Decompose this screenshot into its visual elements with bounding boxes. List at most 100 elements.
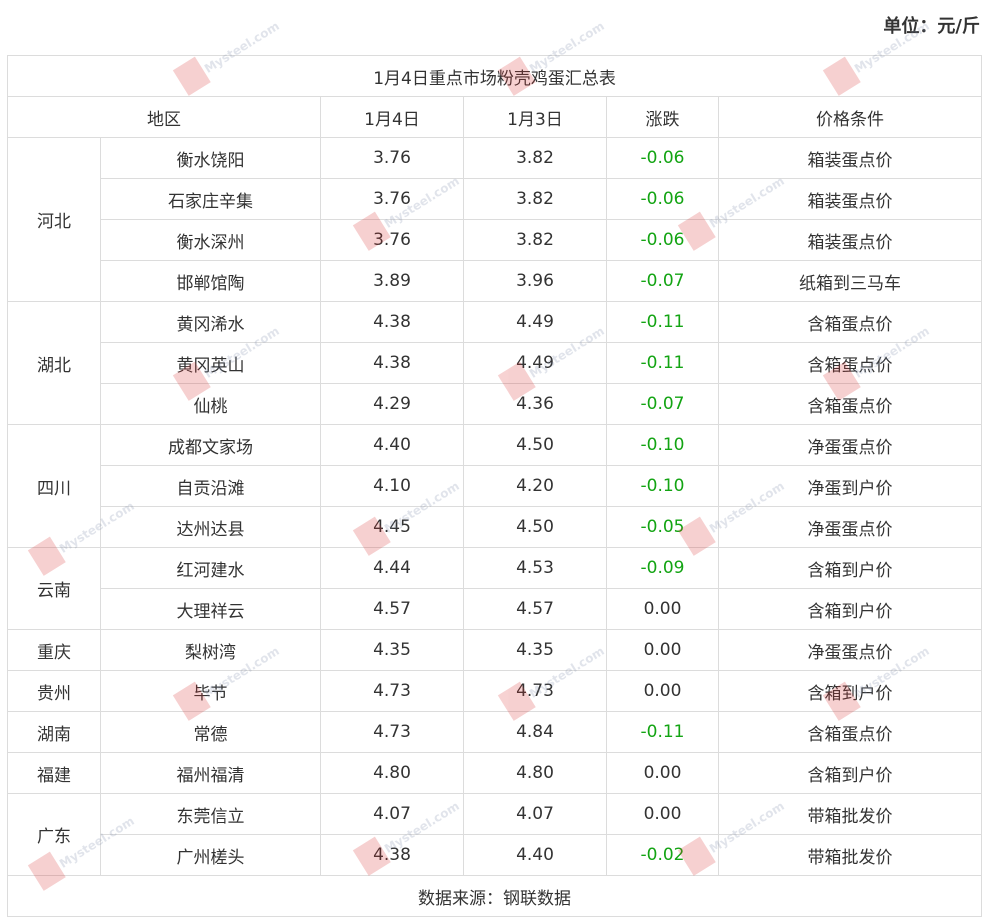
price-jan3-cell: 4.20: [463, 465, 607, 507]
price-jan4-cell: 4.44: [320, 547, 464, 589]
change-cell: 0.00: [606, 588, 719, 630]
condition-cell: 箱装蛋点价: [717, 219, 983, 261]
price-jan4-cell: 4.38: [320, 834, 464, 876]
region-cell: 湖北: [7, 301, 101, 425]
condition-cell: 含箱到户价: [717, 752, 983, 794]
header-condition: 价格条件: [717, 96, 983, 138]
change-cell: -0.07: [606, 383, 719, 425]
price-jan4-cell: 4.35: [320, 629, 464, 671]
change-cell: -0.02: [606, 834, 719, 876]
region-cell: 河北: [7, 137, 101, 302]
price-jan4-cell: 4.40: [320, 424, 464, 466]
price-jan3-cell: 4.35: [463, 629, 607, 671]
change-cell: -0.09: [606, 547, 719, 589]
table-row: 贵州 毕节 4.73 4.73 0.00 含箱到户价: [7, 670, 983, 712]
price-jan3-cell: 4.73: [463, 670, 607, 712]
price-jan4-cell: 4.10: [320, 465, 464, 507]
table-row: 仙桃 4.29 4.36 -0.07 含箱蛋点价: [8, 383, 983, 425]
price-jan4-cell: 4.73: [320, 711, 464, 753]
price-jan4-cell: 3.76: [320, 137, 464, 179]
market-cell: 仙桃: [100, 383, 321, 425]
change-cell: -0.10: [606, 424, 719, 466]
condition-cell: 纸箱到三马车: [717, 260, 983, 302]
market-cell: 邯郸馆陶: [100, 260, 321, 302]
table-row: 石家庄辛集 3.76 3.82 -0.06 箱装蛋点价: [8, 178, 983, 220]
change-cell: -0.05: [606, 506, 719, 548]
region-cell: 福建: [7, 752, 101, 794]
market-cell: 东莞信立: [100, 793, 321, 835]
table-row: 黄冈英山 4.38 4.49 -0.11 含箱蛋点价: [8, 342, 983, 384]
price-jan4-cell: 4.80: [320, 752, 464, 794]
price-jan3-cell: 3.82: [463, 219, 607, 261]
price-jan3-cell: 4.57: [463, 588, 607, 630]
market-cell: 福州福清: [100, 752, 321, 794]
market-cell: 衡水饶阳: [100, 137, 321, 179]
price-jan3-cell: 4.40: [463, 834, 607, 876]
price-jan4-cell: 4.07: [320, 793, 464, 835]
condition-cell: 含箱到户价: [717, 588, 983, 630]
table-row: 邯郸馆陶 3.89 3.96 -0.07 纸箱到三马车: [8, 260, 983, 302]
condition-cell: 含箱蛋点价: [717, 383, 983, 425]
condition-cell: 净蛋蛋点价: [717, 629, 983, 671]
market-cell: 梨树湾: [100, 629, 321, 671]
condition-cell: 含箱到户价: [717, 547, 983, 589]
market-cell: 达州达县: [100, 506, 321, 548]
market-cell: 石家庄辛集: [100, 178, 321, 220]
price-jan3-cell: 3.96: [463, 260, 607, 302]
market-cell: 红河建水: [100, 547, 321, 589]
change-cell: -0.11: [606, 342, 719, 384]
price-jan4-cell: 4.73: [320, 670, 464, 712]
condition-cell: 含箱蛋点价: [717, 342, 983, 384]
change-cell: -0.11: [606, 711, 719, 753]
condition-cell: 含箱蛋点价: [717, 301, 983, 343]
change-cell: -0.06: [606, 178, 719, 220]
header-row: 地区 1月4日 1月3日 涨跌 价格条件: [7, 96, 983, 138]
price-jan3-cell: 3.82: [463, 178, 607, 220]
change-cell: -0.06: [606, 137, 719, 179]
price-jan3-cell: 4.07: [463, 793, 607, 835]
market-cell: 衡水深州: [100, 219, 321, 261]
table-row: 大理祥云 4.57 4.57 0.00 含箱到户价: [8, 588, 983, 630]
change-cell: -0.06: [606, 219, 719, 261]
price-jan3-cell: 4.49: [463, 301, 607, 343]
market-cell: 黄冈浠水: [100, 301, 321, 343]
condition-cell: 净蛋蛋点价: [717, 506, 983, 548]
table-row: 重庆 梨树湾 4.35 4.35 0.00 净蛋蛋点价: [7, 629, 983, 671]
price-jan3-cell: 4.36: [463, 383, 607, 425]
data-source: 数据来源：钢联数据: [6, 875, 983, 917]
price-jan4-cell: 4.38: [320, 342, 464, 384]
price-jan4-cell: 4.57: [320, 588, 464, 630]
table-row: 湖北 黄冈浠水 4.38 4.49 -0.11 含箱蛋点价: [7, 301, 983, 425]
market-cell: 广州槎头: [100, 834, 321, 876]
price-jan3-cell: 4.50: [463, 506, 607, 548]
region-cell: 湖南: [7, 711, 101, 753]
change-cell: -0.07: [606, 260, 719, 302]
region-cell: 四川: [7, 424, 101, 548]
table-row: 湖南 常德 4.73 4.84 -0.11 含箱蛋点价: [7, 711, 983, 753]
table-row: 广东 东莞信立 4.07 4.07 0.00 带箱批发价: [7, 793, 983, 876]
region-cell: 重庆: [7, 629, 101, 671]
price-jan4-cell: 4.29: [320, 383, 464, 425]
price-jan4-cell: 4.38: [320, 301, 464, 343]
table-row: 衡水深州 3.76 3.82 -0.06 箱装蛋点价: [8, 219, 983, 261]
change-cell: 0.00: [606, 629, 719, 671]
condition-cell: 带箱批发价: [717, 793, 983, 835]
change-cell: 0.00: [606, 670, 719, 712]
price-jan4-cell: 3.89: [320, 260, 464, 302]
unit-label: 单位：元/斤: [883, 16, 980, 37]
condition-cell: 带箱批发价: [717, 834, 983, 876]
market-cell: 毕节: [100, 670, 321, 712]
market-cell: 黄冈英山: [100, 342, 321, 384]
table-row: 云南 红河建水 4.44 4.53 -0.09 含箱到户价: [7, 547, 983, 630]
condition-cell: 箱装蛋点价: [717, 137, 983, 179]
change-cell: -0.10: [606, 465, 719, 507]
table-row: 广州槎头 4.38 4.40 -0.02 带箱批发价: [8, 834, 983, 876]
market-cell: 常德: [100, 711, 321, 753]
price-jan4-cell: 3.76: [320, 178, 464, 220]
price-jan3-cell: 4.80: [463, 752, 607, 794]
market-cell: 成都文家场: [100, 424, 321, 466]
header-change: 涨跌: [606, 96, 719, 138]
region-cell: 云南: [7, 547, 101, 630]
condition-cell: 含箱到户价: [717, 670, 983, 712]
change-cell: 0.00: [606, 752, 719, 794]
